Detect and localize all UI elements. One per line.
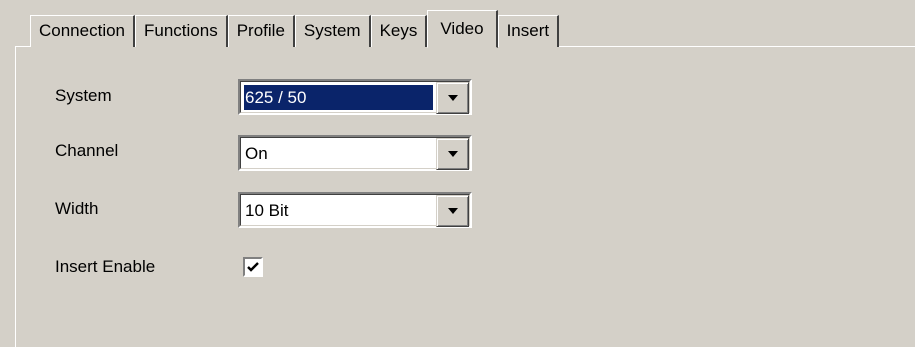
width-label: Width: [55, 199, 99, 218]
channel-select-value: On: [245, 144, 268, 163]
system-dropdown-button[interactable]: [436, 82, 469, 114]
system-label: System: [55, 86, 112, 105]
channel-dropdown-button[interactable]: [436, 138, 469, 170]
width-dropdown-button[interactable]: [436, 195, 469, 227]
width-select-value: 10 Bit: [245, 201, 289, 220]
tab-functions[interactable]: Functions: [135, 15, 228, 47]
checkmark-icon: [247, 262, 259, 272]
insert-enable-label: Insert Enable: [55, 257, 156, 276]
tab-insert[interactable]: Insert: [497, 15, 560, 47]
tab-video[interactable]: Video: [427, 10, 498, 48]
tab-system[interactable]: System: [294, 15, 371, 47]
width-select[interactable]: 10 Bit: [238, 192, 472, 228]
channel-select[interactable]: On: [238, 135, 472, 171]
tab-strip: Connection Functions Profile System Keys…: [30, 10, 560, 48]
tab-keys[interactable]: Keys: [370, 15, 428, 47]
chevron-down-icon: [448, 151, 458, 157]
tab-connection[interactable]: Connection: [30, 15, 136, 47]
chevron-down-icon: [448, 95, 458, 101]
tab-profile[interactable]: Profile: [227, 15, 295, 47]
system-select[interactable]: 625 / 50: [238, 79, 472, 115]
system-select-value: 625 / 50: [244, 85, 433, 110]
channel-label: Channel: [55, 141, 119, 160]
insert-enable-checkbox[interactable]: [243, 257, 263, 277]
chevron-down-icon: [448, 208, 458, 214]
